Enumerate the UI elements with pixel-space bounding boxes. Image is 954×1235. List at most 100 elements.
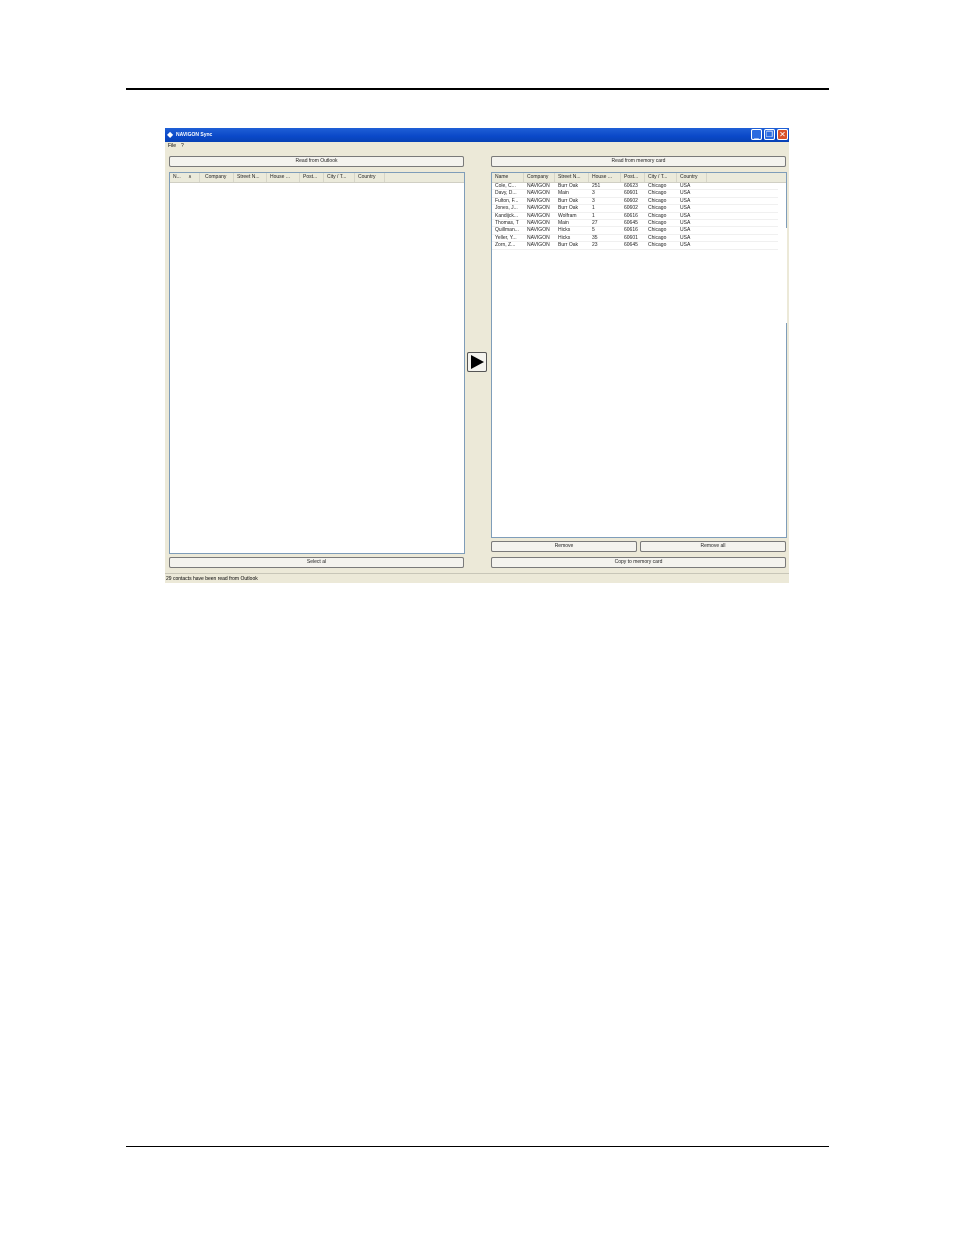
copy-to-memory-card-button[interactable]: Copy to memory card bbox=[491, 557, 786, 568]
cell-street: Burr Oak bbox=[558, 183, 579, 189]
col-header-company[interactable]: Company bbox=[202, 173, 234, 182]
cell-house: 27 bbox=[592, 220, 598, 226]
cell-street: Burr Oak bbox=[558, 205, 579, 212]
cell-country: USA bbox=[680, 190, 691, 197]
window-title: NAVIGON Sync bbox=[176, 132, 213, 138]
remove-button[interactable]: Remove bbox=[491, 541, 637, 552]
cell-street: Burr Oak bbox=[558, 197, 579, 204]
outlook-contacts-list[interactable]: N... ∧ Company Street N... House ... Pos… bbox=[169, 172, 465, 554]
cell-country: USA bbox=[680, 242, 691, 249]
col-header-name[interactable]: N... ∧ bbox=[170, 173, 200, 182]
transfer-button[interactable] bbox=[467, 352, 487, 372]
menu-help[interactable]: ? bbox=[181, 142, 184, 151]
cell-name: Jones, J... bbox=[495, 205, 518, 212]
table-row[interactable]: Thomas, T NAVIGON Main 27 60645 Chicago USA bbox=[492, 220, 778, 228]
page-bottom-rule bbox=[126, 1146, 829, 1147]
menu-file[interactable]: File bbox=[168, 142, 176, 151]
cell-company: NAVIGON bbox=[527, 205, 550, 212]
cell-street: Wolfram bbox=[558, 212, 577, 219]
cell-house: 1 bbox=[592, 212, 595, 219]
cell-city: Chicago bbox=[648, 227, 667, 234]
cell-name: Fulton, F... bbox=[495, 197, 519, 204]
cell-street: Hicks bbox=[558, 227, 571, 234]
cell-city: Chicago bbox=[648, 197, 667, 204]
table-row[interactable]: Cole, C... NAVIGON Burr Oak 251 60623 Chicago… bbox=[492, 183, 778, 191]
cell-postcode: 60601 bbox=[624, 234, 638, 241]
table-row[interactable]: Zorn, Z... NAVIGON Burr Oak 23 60645 Chicago U… bbox=[492, 242, 778, 250]
cell-company: NAVIGON bbox=[527, 220, 550, 226]
outlook-list-header: N... ∧ Company Street N... House ... Pos… bbox=[170, 173, 464, 183]
col-header-country[interactable]: Country bbox=[355, 173, 385, 182]
maximize-button[interactable]: ❐ bbox=[764, 129, 775, 140]
table-row[interactable]: Yeller, Y... NAVIGON Hicks 35 60601 Chicago US… bbox=[492, 234, 778, 243]
cell-company: NAVIGON bbox=[527, 212, 550, 219]
navigon-logo-icon: ◆ bbox=[167, 130, 174, 139]
table-row[interactable]: Kandijck... NAVIGON Wolfram 1 60616 Chicago US… bbox=[492, 213, 778, 220]
table-row[interactable]: Davy, D... NAVIGON Main 3 60601 Chicago USA bbox=[492, 190, 778, 198]
remove-all-button[interactable]: Remove all bbox=[640, 541, 786, 552]
col-header-country[interactable]: Country bbox=[677, 173, 707, 182]
col-header-house[interactable]: House ... bbox=[589, 173, 621, 182]
status-bar: 29 contacts have been read from Outlook bbox=[165, 573, 789, 584]
page-top-rule bbox=[126, 88, 829, 90]
cell-postcode: 60623 bbox=[624, 183, 638, 189]
cell-company: NAVIGON bbox=[527, 190, 550, 197]
cell-city: Chicago bbox=[648, 234, 667, 241]
cell-name: Cole, C... bbox=[495, 183, 516, 189]
cell-street: Main bbox=[558, 190, 569, 197]
cell-house: 1 bbox=[592, 205, 595, 212]
col-header-postcode[interactable]: Post... bbox=[300, 173, 324, 182]
cell-company: NAVIGON bbox=[527, 183, 550, 189]
cell-country: USA bbox=[680, 212, 691, 219]
cell-house: 3 bbox=[592, 190, 595, 197]
cell-name: Davy, D... bbox=[495, 190, 517, 197]
cell-postcode: 60601 bbox=[624, 190, 638, 197]
cell-country: USA bbox=[680, 197, 691, 204]
cell-postcode: 60602 bbox=[624, 197, 638, 204]
title-bar[interactable]: ◆ NAVIGON Sync _ ❐ ✕ bbox=[165, 128, 789, 142]
cell-postcode: 60645 bbox=[624, 220, 638, 226]
col-header-house[interactable]: House ... bbox=[267, 173, 300, 182]
cell-name: Yeller, Y... bbox=[495, 234, 517, 241]
col-header-street[interactable]: Street N... bbox=[555, 173, 589, 182]
cell-house: 3 bbox=[592, 197, 595, 204]
cell-street: Hicks bbox=[558, 234, 571, 241]
cell-city: Chicago bbox=[648, 205, 667, 212]
cell-house: 35 bbox=[592, 234, 598, 241]
col-header-city[interactable]: City / T... bbox=[645, 173, 677, 182]
read-from-memory-card-button[interactable]: Read from memory card bbox=[491, 156, 786, 167]
select-all-button[interactable]: Select al bbox=[169, 557, 464, 568]
table-row[interactable]: Fulton, F... NAVIGON Burr Oak 3 60602 Chicago… bbox=[492, 197, 778, 206]
memory-list-header: Name Company Street N... House ... Post.… bbox=[492, 173, 786, 183]
close-button[interactable]: ✕ bbox=[777, 129, 788, 140]
cell-name: Thomas, T bbox=[495, 220, 519, 226]
table-row[interactable]: Quillman... NAVIGON Hicks 5 60616 Chicago USA bbox=[492, 227, 778, 235]
cell-postcode: 60616 bbox=[624, 227, 638, 234]
memory-card-contacts-list[interactable]: Name Company Street N... House ... Post.… bbox=[491, 172, 787, 538]
cell-country: USA bbox=[680, 234, 691, 241]
table-row[interactable]: Jones, J... NAVIGON Burr Oak 1 60602 Chicago U… bbox=[492, 205, 778, 213]
cell-postcode: 60616 bbox=[624, 212, 638, 219]
col-header-postcode[interactable]: Post... bbox=[621, 173, 645, 182]
col-header-name[interactable]: Name bbox=[492, 173, 524, 182]
cell-country: USA bbox=[680, 220, 691, 226]
col-header-company[interactable]: Company bbox=[524, 173, 555, 182]
cell-country: USA bbox=[680, 183, 691, 189]
col-header-city[interactable]: City / T... bbox=[324, 173, 355, 182]
minimize-button[interactable]: _ bbox=[751, 129, 762, 140]
cell-street: Burr Oak bbox=[558, 242, 579, 249]
cell-city: Chicago bbox=[648, 190, 667, 197]
navigon-sync-window: ◆ NAVIGON Sync _ ❐ ✕ File ? Read from Ou… bbox=[165, 128, 789, 583]
cell-company: NAVIGON bbox=[527, 197, 550, 204]
cell-company: NAVIGON bbox=[527, 234, 550, 241]
read-from-outlook-button[interactable]: Read from Outlook bbox=[169, 156, 464, 167]
window-edge-strip bbox=[785, 228, 787, 323]
col-header-street[interactable]: Street N... bbox=[234, 173, 267, 182]
cell-house: 23 bbox=[592, 242, 598, 249]
cell-city: Chicago bbox=[648, 212, 667, 219]
sort-ascending-icon: ∧ bbox=[188, 174, 192, 180]
cell-house: 5 bbox=[592, 227, 595, 234]
cell-house: 251 bbox=[592, 183, 601, 189]
status-text: 29 contacts have been read from Outlook bbox=[166, 576, 258, 582]
cell-city: Chicago bbox=[648, 183, 667, 189]
